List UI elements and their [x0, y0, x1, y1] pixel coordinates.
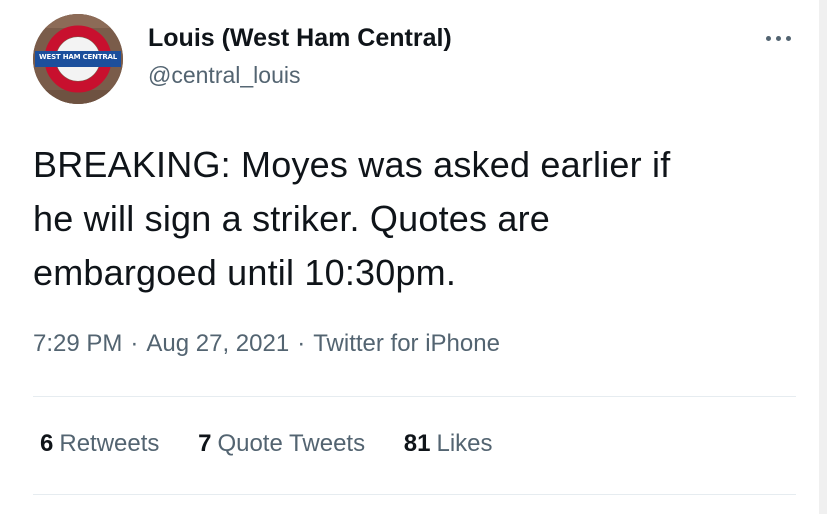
author-handle[interactable]: @central_louis	[148, 62, 300, 89]
tweet-text: BREAKING: Moyes was asked earlier if he …	[33, 144, 671, 293]
likes-label: Likes	[436, 430, 493, 457]
tweet-stats: 6 Retweets 7 Quote Tweets 81 Likes	[40, 430, 525, 458]
tweet-date[interactable]: Aug 27, 2021	[146, 330, 289, 357]
likes-stat[interactable]: 81 Likes	[404, 430, 493, 458]
quote-tweets-label: Quote Tweets	[217, 430, 366, 457]
avatar-label: WEST HAM CENTRAL	[38, 53, 118, 61]
tweet-time[interactable]: 7:29 PM	[33, 330, 122, 357]
quote-tweets-stat[interactable]: 7 Quote Tweets	[198, 430, 365, 458]
meta-separator: ·	[130, 330, 139, 357]
author-display-name[interactable]: Louis (West Ham Central)	[148, 24, 452, 53]
avatar[interactable]: WEST HAM CENTRAL	[33, 14, 123, 104]
tweet-source[interactable]: Twitter for iPhone	[313, 330, 500, 357]
scrollbar[interactable]	[819, 0, 827, 514]
meta-separator: ·	[297, 330, 306, 357]
retweets-count: 6	[40, 430, 54, 457]
retweets-stat[interactable]: 6 Retweets	[40, 430, 159, 458]
quote-tweets-count: 7	[198, 430, 212, 457]
likes-count: 81	[403, 430, 431, 457]
divider	[33, 396, 796, 397]
tweet-card: WEST HAM CENTRAL Louis (West Ham Central…	[0, 0, 827, 514]
more-options-icon[interactable]	[760, 28, 800, 48]
retweets-label: Retweets	[59, 430, 160, 457]
divider	[33, 494, 796, 495]
tweet-meta: 7:29 PM · Aug 27, 2021 · Twitter for iPhone	[33, 330, 500, 358]
